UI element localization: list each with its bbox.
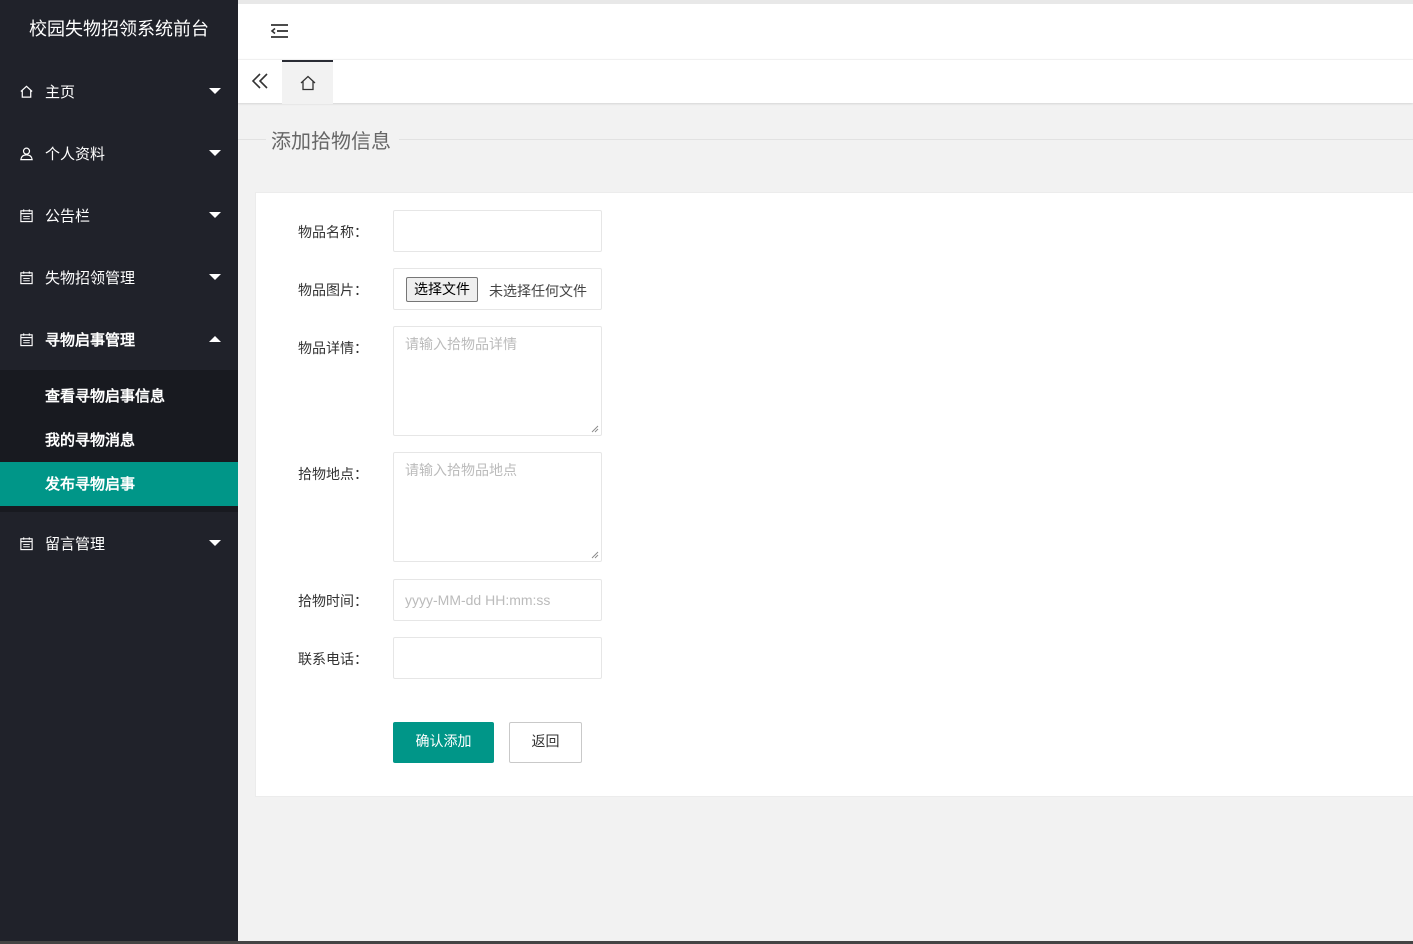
calendar-icon	[18, 269, 34, 285]
page-title: 添加拾物信息	[266, 125, 399, 154]
sidebar-item-profile[interactable]: 个人资料	[0, 122, 238, 184]
caret-down-icon	[209, 88, 221, 94]
sidebar-item-label: 失物招领管理	[45, 268, 136, 287]
app-title: 校园失物招领系统前台	[29, 19, 209, 40]
user-icon	[18, 145, 34, 161]
file-status: 未选择任何文件	[489, 283, 587, 299]
sidebar-item-label: 寻物启事管理	[45, 330, 136, 349]
form-row-detail: 物品详情： 请输入拾物品详情	[256, 326, 656, 436]
caret-down-icon	[209, 212, 221, 218]
sidebar-item-messages[interactable]: 留言管理	[0, 512, 238, 574]
detail-label: 物品详情：	[298, 341, 368, 357]
name-label: 物品名称：	[298, 225, 368, 241]
sidebar-item-label: 主页	[45, 82, 76, 101]
submenu-item-view-notices[interactable]: 查看寻物启事信息	[0, 374, 238, 418]
tab-home[interactable]	[282, 60, 333, 104]
form-row-time: 拾物时间： yyyy-MM-dd HH:mm:ss	[256, 579, 656, 621]
caret-up-icon	[209, 336, 221, 342]
tabs-bar	[238, 59, 1413, 104]
submenu-item-my-messages[interactable]: 我的寻物消息	[0, 418, 238, 462]
calendar-icon	[18, 331, 34, 347]
calendar-icon	[18, 207, 34, 223]
double-chevron-left-icon[interactable]	[248, 68, 274, 94]
time-label: 拾物时间：	[298, 594, 368, 610]
divider	[238, 139, 1413, 140]
sidebar-item-search-notice[interactable]: 寻物启事管理	[0, 308, 238, 370]
calendar-icon	[18, 535, 34, 551]
confirm-add-button[interactable]: 确认添加	[393, 722, 494, 763]
time-placeholder: yyyy-MM-dd HH:mm:ss	[405, 592, 551, 608]
location-placeholder: 请输入拾物品地点	[405, 462, 517, 478]
back-button[interactable]: 返回	[509, 722, 582, 763]
item-detail-textarea[interactable]: 请输入拾物品详情	[393, 326, 602, 436]
phone-input[interactable]	[393, 637, 602, 679]
submenu-item-publish-notice[interactable]: 发布寻物启事	[0, 462, 238, 506]
form-row-phone: 联系电话：	[256, 637, 656, 679]
choose-file-button[interactable]: 选择文件	[406, 277, 478, 302]
file-input[interactable]: 选择文件 未选择任何文件	[393, 268, 602, 310]
image-label: 物品图片：	[298, 283, 368, 299]
sidebar-item-home[interactable]: 主页	[0, 60, 238, 122]
location-textarea[interactable]: 请输入拾物品地点	[393, 452, 602, 562]
home-icon	[300, 75, 315, 91]
home-icon	[18, 83, 34, 99]
detail-placeholder: 请输入拾物品详情	[405, 336, 517, 352]
form-row-name: 物品名称：	[256, 210, 656, 252]
form-row-location: 拾物地点： 请输入拾物品地点	[256, 452, 656, 562]
location-label: 拾物地点：	[298, 467, 368, 483]
sidebar-item-label: 留言管理	[45, 534, 106, 553]
caret-down-icon	[209, 540, 221, 546]
page-title-row: 添加拾物信息	[238, 103, 1413, 173]
top-header	[238, 0, 1413, 59]
form-card: 物品名称： 物品图片： 选择文件 未选择任何文件 物品详情： 请输入拾物品详情 …	[255, 192, 1413, 797]
sidebar-item-notice[interactable]: 公告栏	[0, 184, 238, 246]
sidebar: 校园失物招领系统前台 主页 个人资料 公告栏 失物招领管理 寻物启事管理 查看寻…	[0, 0, 238, 944]
menu-toggle-icon[interactable]	[270, 22, 290, 40]
sidebar-item-label: 个人资料	[45, 144, 106, 163]
item-name-input[interactable]	[393, 210, 602, 252]
caret-down-icon	[209, 274, 221, 280]
pickup-time-input[interactable]: yyyy-MM-dd HH:mm:ss	[393, 579, 602, 621]
sidebar-item-lost-found[interactable]: 失物招领管理	[0, 246, 238, 308]
caret-down-icon	[209, 150, 221, 156]
sidebar-item-label: 公告栏	[45, 206, 91, 225]
submenu: 查看寻物启事信息 我的寻物消息 发布寻物启事	[0, 370, 238, 512]
phone-label: 联系电话：	[298, 652, 368, 668]
form-row-image: 物品图片： 选择文件 未选择任何文件	[256, 268, 656, 310]
resize-grip-icon[interactable]	[591, 551, 599, 559]
resize-grip-icon[interactable]	[591, 425, 599, 433]
